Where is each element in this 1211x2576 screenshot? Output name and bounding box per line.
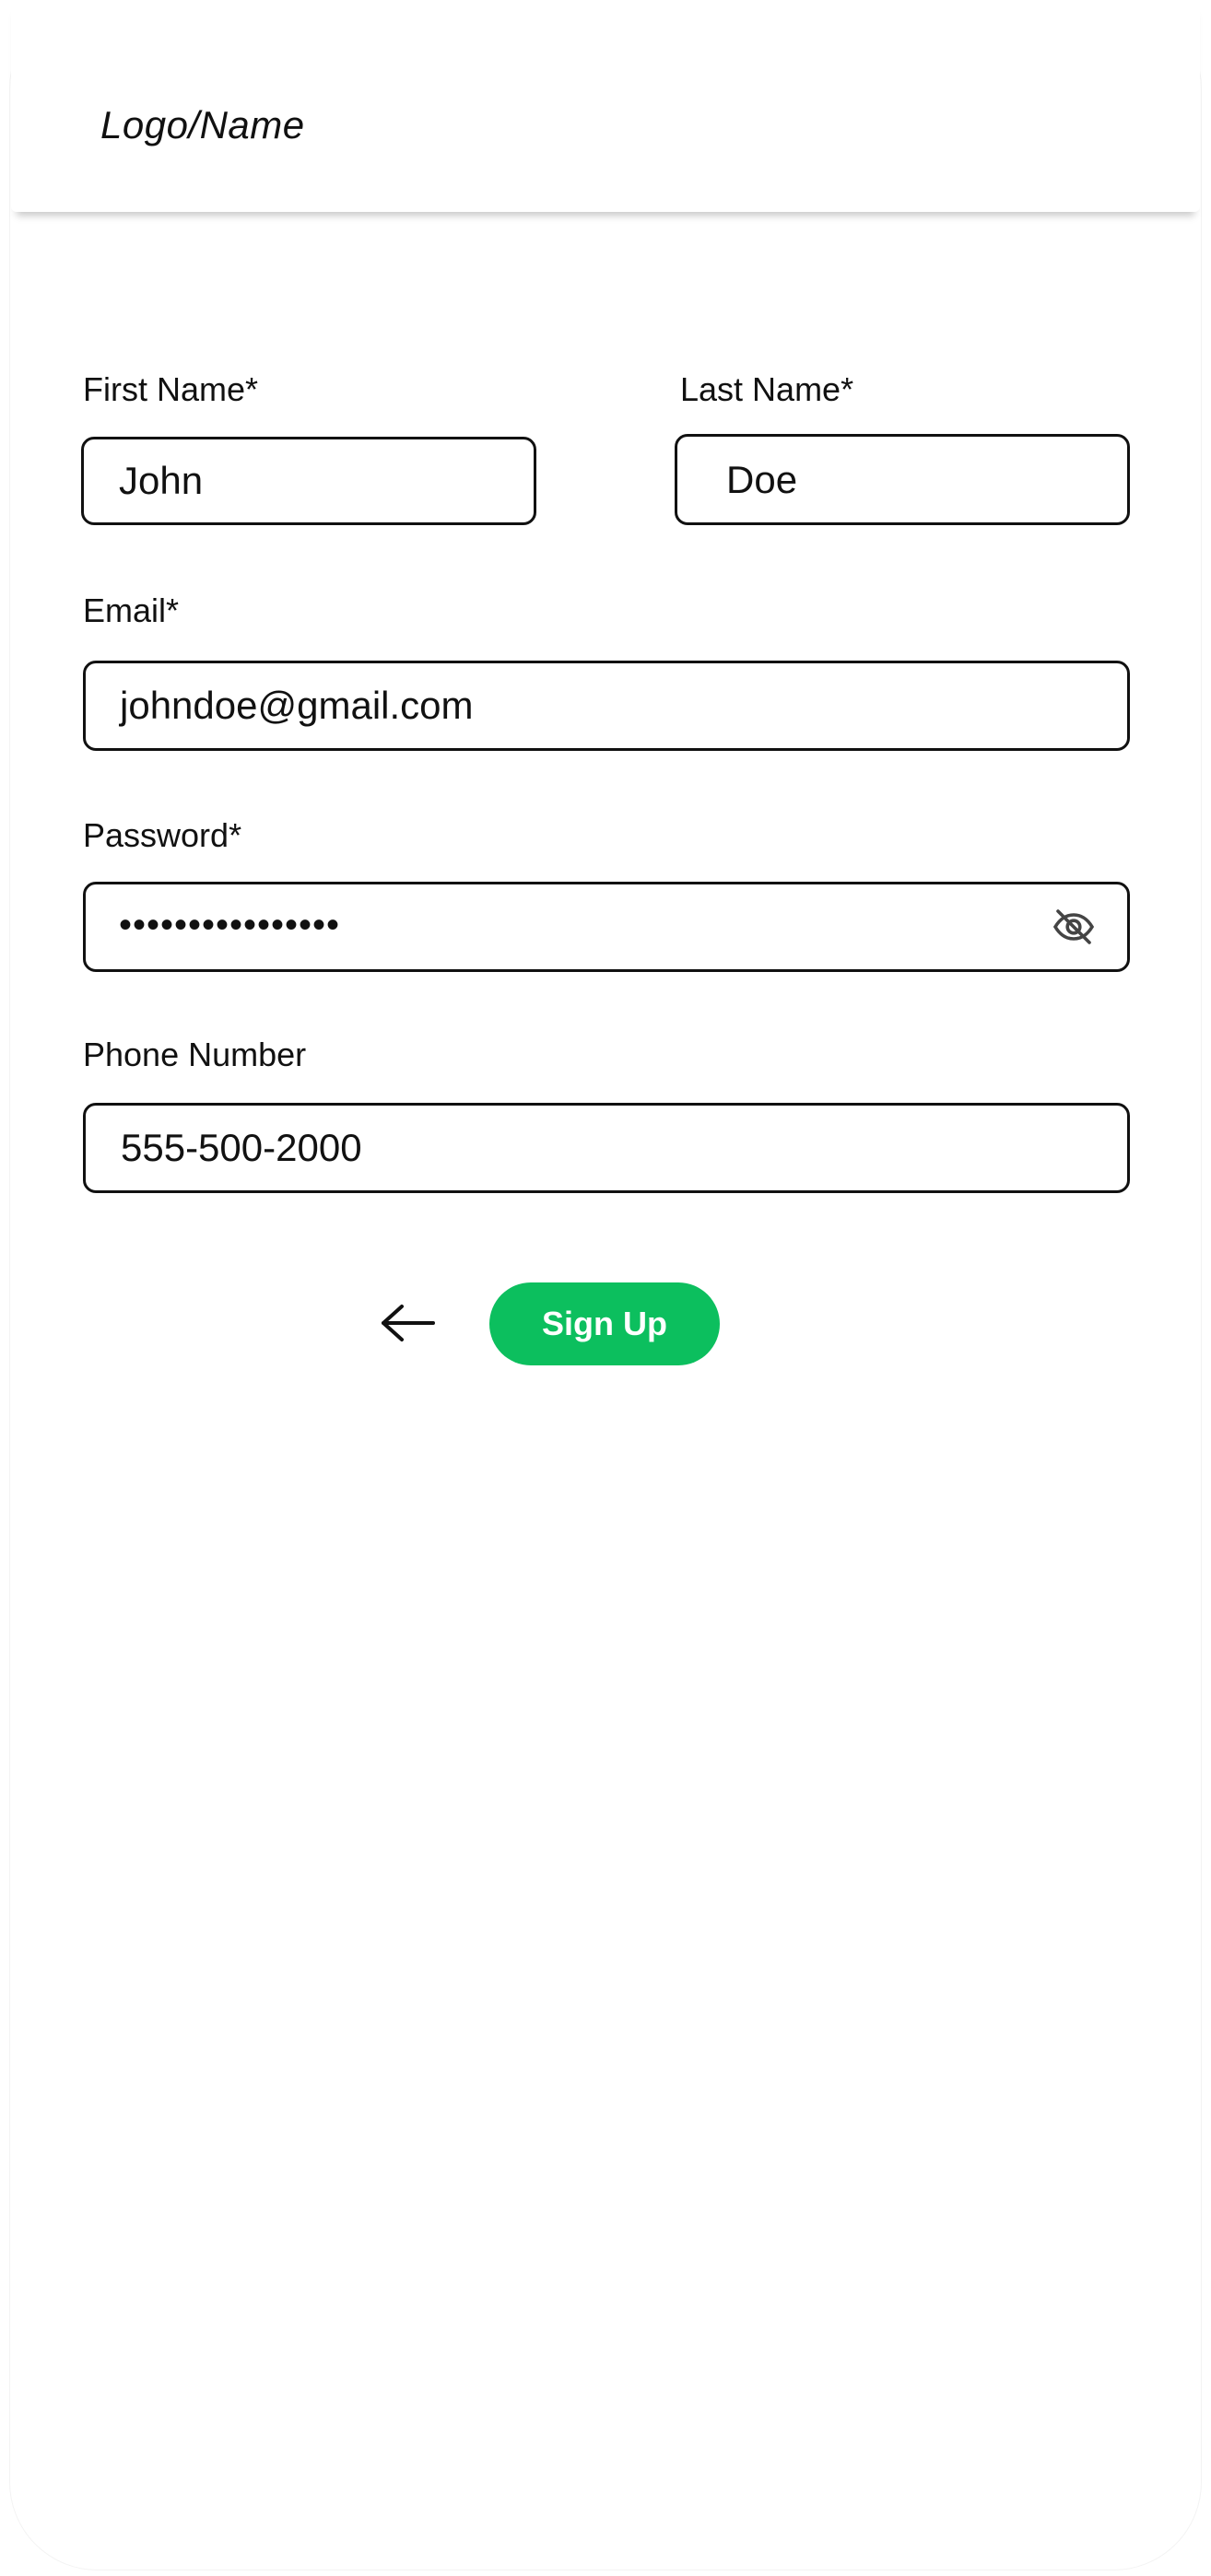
signup-screen: Logo/Name First Name* John Last Name* Do… xyxy=(0,0,1211,2576)
phone-field[interactable]: 555-500-2000 xyxy=(83,1103,1130,1193)
phone-label: Phone Number xyxy=(83,1036,307,1073)
arrow-left-icon[interactable] xyxy=(378,1299,437,1347)
first-name-value: John xyxy=(119,459,204,502)
email-value: johndoe@gmail.com xyxy=(120,684,474,727)
last-name-label: Last Name* xyxy=(680,370,854,408)
email-field[interactable]: johndoe@gmail.com xyxy=(83,661,1130,751)
password-label: Password* xyxy=(83,816,242,854)
last-name-field[interactable]: Doe xyxy=(675,434,1130,525)
header-bar: Logo/Name xyxy=(11,0,1200,212)
password-value: •••••••••••••••• xyxy=(119,904,341,945)
first-name-field[interactable]: John xyxy=(81,437,536,525)
logo-name: Logo/Name xyxy=(100,103,305,146)
eye-off-icon[interactable] xyxy=(1052,905,1096,949)
password-field[interactable]: •••••••••••••••• xyxy=(83,882,1130,972)
sign-up-button[interactable]: Sign Up xyxy=(489,1282,720,1365)
first-name-label: First Name* xyxy=(83,370,259,408)
last-name-value: Doe xyxy=(726,457,798,501)
email-label: Email* xyxy=(83,591,180,629)
phone-value: 555-500-2000 xyxy=(121,1126,362,1169)
